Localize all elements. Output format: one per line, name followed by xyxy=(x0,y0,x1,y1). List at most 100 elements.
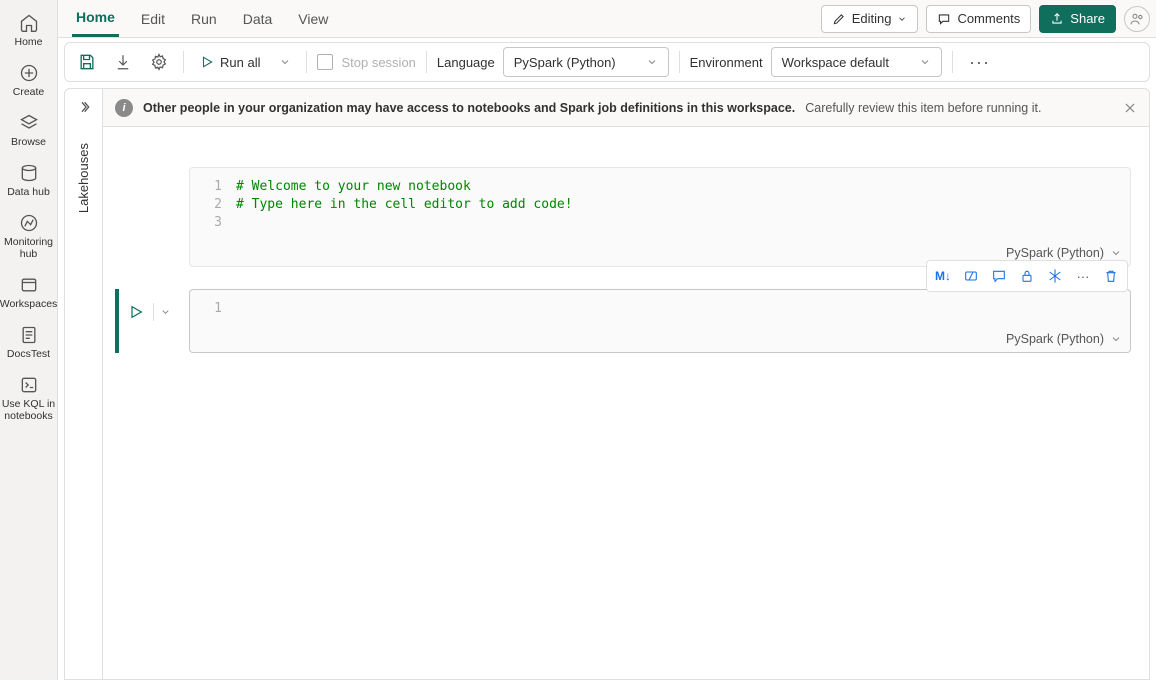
info-banner: i Other people in your organization may … xyxy=(103,89,1149,127)
more-icon[interactable]: ··· xyxy=(963,52,996,73)
lakehouses-panel: Lakehouses xyxy=(65,89,103,679)
nav-label: Workspaces xyxy=(0,298,57,310)
code-cell[interactable]: M↓ xyxy=(115,289,1131,353)
markdown-convert-icon[interactable]: M↓ xyxy=(929,263,957,289)
chevron-down-icon[interactable] xyxy=(1110,333,1122,345)
divider xyxy=(183,51,184,73)
run-cell-dropdown-icon[interactable] xyxy=(153,303,171,321)
code-editor[interactable]: 1 2 3 # Welcome to your new notebook # T… xyxy=(190,168,1130,242)
main-area: Home Edit Run Data View Editing Comments xyxy=(58,0,1156,680)
toolbar: Run all Stop session Language PySpark (P… xyxy=(64,42,1150,82)
nav-label: Home xyxy=(14,36,42,48)
nav-home[interactable]: Home xyxy=(0,6,57,56)
run-all-button[interactable]: Run all xyxy=(194,55,266,70)
language-value: PySpark (Python) xyxy=(514,55,616,70)
code-line: # Type here in the cell editor to add co… xyxy=(236,196,1130,214)
chevron-down-icon xyxy=(646,56,658,68)
line-gutter: 1 2 3 xyxy=(190,178,236,232)
expand-panel-icon[interactable] xyxy=(76,99,92,115)
editing-dropdown[interactable]: Editing xyxy=(821,5,919,33)
environment-label: Environment xyxy=(690,55,763,70)
nav-monitoring[interactable]: Monitoring hub xyxy=(0,206,57,268)
cell-language-label[interactable]: PySpark (Python) xyxy=(1006,332,1104,346)
content: i Other people in your organization may … xyxy=(103,89,1149,679)
nav-label: Use KQL in notebooks xyxy=(0,398,57,422)
tab-home[interactable]: Home xyxy=(72,1,119,37)
cell-toolbar: M↓ xyxy=(926,260,1128,292)
body-area: Lakehouses i Other people in your organi… xyxy=(64,88,1150,680)
cells-area: 1 2 3 # Welcome to your new notebook # T… xyxy=(103,127,1149,679)
code-editor[interactable]: 1 xyxy=(190,290,1130,328)
info-icon: i xyxy=(115,99,133,117)
divider xyxy=(952,51,953,73)
delete-cell-icon[interactable] xyxy=(1097,263,1125,289)
active-bar xyxy=(115,289,119,353)
nav-create[interactable]: Create xyxy=(0,56,57,106)
stop-checkbox[interactable] xyxy=(317,54,333,70)
kql-icon xyxy=(18,374,40,396)
comments-label: Comments xyxy=(957,11,1020,26)
pencil-icon xyxy=(832,12,846,26)
nav-workspaces[interactable]: Workspaces xyxy=(0,268,57,318)
tab-view[interactable]: View xyxy=(294,1,332,37)
cell-language-label[interactable]: PySpark (Python) xyxy=(1006,246,1104,260)
tab-edit[interactable]: Edit xyxy=(137,1,169,37)
divider xyxy=(426,51,427,73)
cell-run-controls xyxy=(125,301,171,323)
divider xyxy=(306,51,307,73)
workspaces-icon xyxy=(18,274,40,296)
code-line: # Welcome to your new notebook xyxy=(236,178,1130,196)
nav-docstest[interactable]: DocsTest xyxy=(0,318,57,368)
chevron-down-icon xyxy=(897,14,907,24)
cell-box: M↓ xyxy=(189,289,1131,353)
profile-avatar[interactable] xyxy=(1124,6,1150,32)
tab-data[interactable]: Data xyxy=(239,1,277,37)
run-all-dropdown[interactable] xyxy=(274,51,296,73)
layers-icon xyxy=(18,112,40,134)
nav-browse[interactable]: Browse xyxy=(0,106,57,156)
environment-dropdown[interactable]: Workspace default xyxy=(771,47,942,77)
code-cell[interactable]: 1 2 3 # Welcome to your new notebook # T… xyxy=(115,167,1131,267)
line-gutter: 1 xyxy=(190,300,236,318)
monitor-icon xyxy=(18,212,40,234)
nav-kql[interactable]: Use KQL in notebooks xyxy=(0,368,57,430)
lock-icon[interactable] xyxy=(1013,263,1041,289)
nav-rail: Home Create Browse Data hub Monitoring h… xyxy=(0,0,58,680)
lakehouses-label[interactable]: Lakehouses xyxy=(76,143,91,213)
run-all-label: Run all xyxy=(220,55,260,70)
nav-label: Data hub xyxy=(7,186,50,198)
data-icon xyxy=(18,162,40,184)
comment-cell-icon[interactable] xyxy=(985,263,1013,289)
share-button[interactable]: Share xyxy=(1039,5,1116,33)
run-cell-icon[interactable] xyxy=(125,301,147,323)
cell-footer: PySpark (Python) xyxy=(190,328,1130,352)
chevron-down-icon[interactable] xyxy=(1110,247,1122,259)
more-cell-icon[interactable]: ··· xyxy=(1069,263,1097,289)
settings-icon[interactable] xyxy=(145,48,173,76)
nav-label: Browse xyxy=(11,136,46,148)
nav-datahub[interactable]: Data hub xyxy=(0,156,57,206)
nav-label: DocsTest xyxy=(7,348,50,360)
cell-box: 1 2 3 # Welcome to your new notebook # T… xyxy=(189,167,1131,267)
language-dropdown[interactable]: PySpark (Python) xyxy=(503,47,669,77)
nav-label: Create xyxy=(13,86,45,98)
close-banner-icon[interactable] xyxy=(1123,101,1137,115)
banner-rest: Carefully review this item before runnin… xyxy=(805,101,1041,115)
chevron-down-icon xyxy=(919,56,931,68)
share-icon xyxy=(1050,12,1064,26)
tabs-bar: Home Edit Run Data View Editing Comments xyxy=(58,0,1156,38)
nav-label: Monitoring hub xyxy=(0,236,57,260)
language-label: Language xyxy=(437,55,495,70)
divider xyxy=(679,51,680,73)
doc-icon xyxy=(18,324,40,346)
toggle-param-icon[interactable] xyxy=(957,263,985,289)
comments-button[interactable]: Comments xyxy=(926,5,1031,33)
stop-session-label: Stop session xyxy=(341,55,415,70)
download-icon[interactable] xyxy=(109,48,137,76)
plus-circle-icon xyxy=(18,62,40,84)
save-icon[interactable] xyxy=(73,48,101,76)
snowflake-icon[interactable] xyxy=(1041,263,1069,289)
comment-icon xyxy=(937,12,951,26)
home-icon xyxy=(18,12,40,34)
tab-run[interactable]: Run xyxy=(187,1,221,37)
